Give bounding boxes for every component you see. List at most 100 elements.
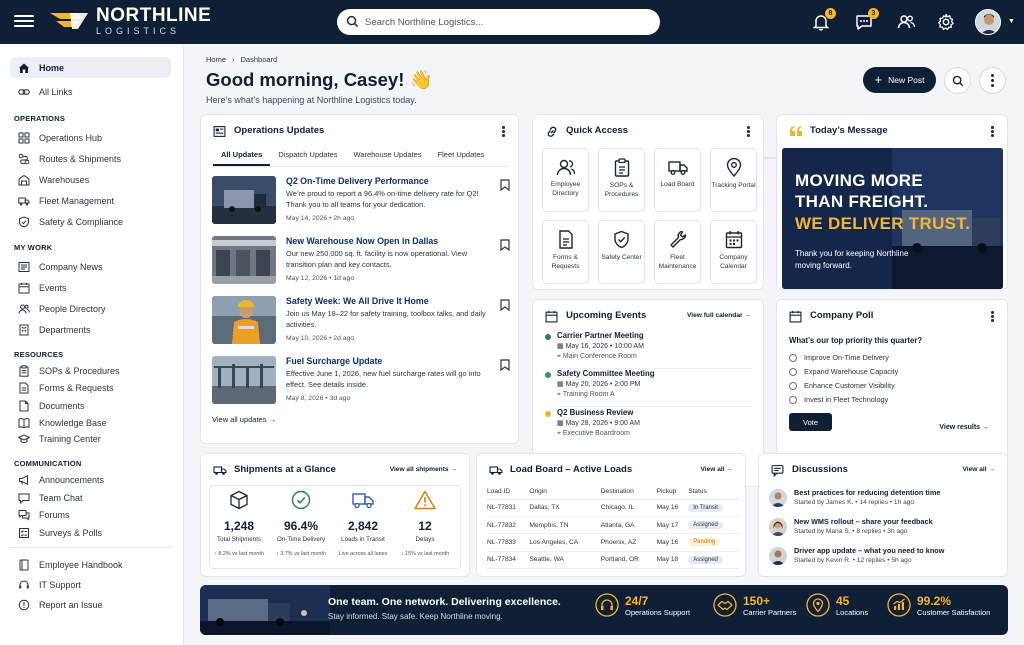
event-name: Carrier Partner Meeting <box>557 331 644 340</box>
event-item[interactable]: Q2 Business Review ▦ May 28, 2026 • 9:00… <box>543 407 765 445</box>
settings-button[interactable] <box>936 12 956 32</box>
bookmark-icon[interactable] <box>500 239 510 251</box>
news-item[interactable]: Safety Week: We All Drive It Home Join u… <box>212 296 512 348</box>
sidebar-item-training[interactable]: Training Center <box>10 428 171 449</box>
discussion-title: Best practices for reducing detention ti… <box>794 488 941 497</box>
quick-load-board[interactable]: Load Board <box>654 148 701 212</box>
more-vertical-icon[interactable] <box>747 126 751 139</box>
view-discussions-link[interactable]: View all → <box>963 466 996 473</box>
sidebar-item-warehouses[interactable]: Warehouses <box>10 169 171 190</box>
search-icon <box>952 75 963 86</box>
quick-company-calendar[interactable]: Company Calendar <box>710 220 757 284</box>
news-description: We’re proud to report a 96.4% on-time de… <box>286 189 479 209</box>
view-results-link[interactable]: View results → <box>939 424 989 431</box>
page-search-button[interactable] <box>944 67 971 94</box>
sidebar-item-departments[interactable]: Departments <box>10 319 171 340</box>
search-input[interactable] <box>365 16 635 28</box>
quick-employee-directory[interactable]: Employee Directory <box>542 148 589 212</box>
discussion-item[interactable]: Driver app update – what you need to kno… <box>769 546 991 572</box>
table-row[interactable]: NL-77831 Dallas, TX Chicago, IL May 16 I… <box>487 499 739 517</box>
load-id: NL-77833 <box>487 533 530 552</box>
poll-option[interactable]: Expand Warehouse Capacity <box>789 367 898 376</box>
news-meta: May 10, 2026 • 2d ago <box>286 335 355 342</box>
more-vertical-icon[interactable] <box>502 126 506 139</box>
more-vertical-icon[interactable] <box>991 126 995 139</box>
breadcrumb-home[interactable]: Home <box>206 55 226 64</box>
quick-sops[interactable]: SOPs & Procedures <box>598 148 645 212</box>
poll-option[interactable]: Invest in Fleet Technology <box>789 395 888 404</box>
tab-warehouse-updates[interactable]: Warehouse Updates <box>345 145 429 166</box>
sidebar-item-events[interactable]: Events <box>10 277 171 298</box>
newspaper-icon <box>18 261 30 272</box>
people-button[interactable] <box>896 12 916 32</box>
poll-option[interactable]: Enhance Customer Visibility <box>789 381 895 390</box>
sidebar-item-safety[interactable]: Safety & Compliance <box>10 211 171 232</box>
tab-all-updates[interactable]: All Updates <box>213 145 271 166</box>
poll-option[interactable]: Improve On-Time Delivery <box>789 353 889 362</box>
sidebar-item-surveys[interactable]: Surveys & Polls <box>10 522 171 543</box>
news-item[interactable]: New Warehouse Now Open in Dallas Our new… <box>212 236 512 288</box>
search-bar[interactable] <box>337 9 660 35</box>
news-item[interactable]: Fuel Surcharge Update Effective June 1, … <box>212 356 512 408</box>
user-avatar[interactable] <box>975 9 1001 35</box>
radio-icon <box>789 395 797 404</box>
map-pin-icon <box>726 158 741 177</box>
sidebar-item-company-news[interactable]: Company News <box>10 256 171 277</box>
stat-label: On-Time Delivery <box>277 536 325 543</box>
view-all-updates-link[interactable]: View all updates → <box>212 415 276 424</box>
table-row[interactable]: NL-77834 Seattle, WA Portland, OR May 18… <box>487 551 739 570</box>
sidebar-item-people[interactable]: People Directory <box>10 298 171 319</box>
box-icon <box>230 490 248 510</box>
bookmark-icon[interactable] <box>500 179 510 191</box>
event-item[interactable]: Carrier Partner Meeting ▦ May 16, 2026 •… <box>543 330 765 368</box>
table-row[interactable]: NL-77832 Memphis, TN Atlanta, GA May 17 … <box>487 516 739 535</box>
discussion-item[interactable]: New WMS rollout – share your feedback St… <box>769 517 991 543</box>
event-item[interactable]: Safety Committee Meeting ▦ May 20, 2026 … <box>543 368 765 406</box>
event-location: ⌖ Main Conference Room <box>557 353 637 361</box>
sidebar-item-fleet[interactable]: Fleet Management <box>10 190 171 211</box>
tab-dispatch-updates[interactable]: Dispatch Updates <box>270 145 345 166</box>
sidebar-label: All Links <box>39 86 73 97</box>
sidebar-item-operations-hub[interactable]: Operations Hub <box>10 127 171 148</box>
sidebar-label: Forums <box>39 509 70 520</box>
sidebar-item-home[interactable]: Home <box>10 57 171 78</box>
quick-tracking-portal[interactable]: Tracking Portal <box>710 148 757 212</box>
sidebar-item-it-support[interactable]: IT Support <box>10 574 171 595</box>
column-header: Pickup <box>656 484 689 500</box>
table-row[interactable]: NL-77833 Los Angeles, CA Phoenix, AZ May… <box>487 533 739 552</box>
sidebar-divider <box>10 547 173 548</box>
notifications-button[interactable]: 8 <box>811 8 836 32</box>
stat-on-time: 96.4% On-Time Delivery ↑ 3.7% vs last mo… <box>270 490 332 557</box>
more-vertical-icon[interactable] <box>991 311 995 324</box>
bookmark-icon[interactable] <box>500 359 510 371</box>
logo[interactable]: NORTHLINE LOGISTICS <box>48 6 211 36</box>
quick-label: Safety Center <box>601 254 642 261</box>
gear-icon <box>937 13 954 31</box>
view-calendar-link[interactable]: View full calendar → <box>687 312 751 319</box>
quick-forms[interactable]: Forms & Requests <box>542 220 589 284</box>
messages-button[interactable]: 3 <box>854 8 879 32</box>
tab-fleet-updates[interactable]: Fleet Updates <box>430 145 493 166</box>
menu-icon[interactable] <box>14 12 34 32</box>
new-post-button[interactable]: + New Post <box>863 67 936 93</box>
news-thumbnail <box>212 176 276 224</box>
sidebar-label: Routes & Shipments <box>39 153 122 164</box>
sidebar-item-routes[interactable]: Routes & Shipments <box>10 148 171 169</box>
discussion-item[interactable]: Best practices for reducing detention ti… <box>769 488 991 514</box>
breadcrumb-separator: › <box>232 55 235 64</box>
news-item[interactable]: Q2 On-Time Delivery Performance We’re pr… <box>212 176 512 228</box>
sidebar-item-all-links[interactable]: All Links <box>10 81 171 102</box>
radio-icon <box>789 367 797 376</box>
vote-button[interactable]: Vote <box>789 413 832 431</box>
quick-safety-center[interactable]: Safety Center <box>598 220 645 284</box>
sidebar-item-report-issue[interactable]: Report an Issue <box>10 594 171 615</box>
chevron-down-icon[interactable]: ▼ <box>1008 18 1015 25</box>
page-more-button[interactable] <box>979 67 1006 94</box>
quick-fleet-maintenance[interactable]: Fleet Maintenance <box>654 220 701 284</box>
sidebar-item-handbook[interactable]: Employee Handbook <box>10 554 171 575</box>
bookmark-icon[interactable] <box>500 299 510 311</box>
event-dot <box>545 372 551 378</box>
view-loads-link[interactable]: View all → <box>701 466 734 473</box>
view-shipments-link[interactable]: View all shipments → <box>390 466 457 473</box>
brand-name: NORTHLINE <box>96 5 212 26</box>
